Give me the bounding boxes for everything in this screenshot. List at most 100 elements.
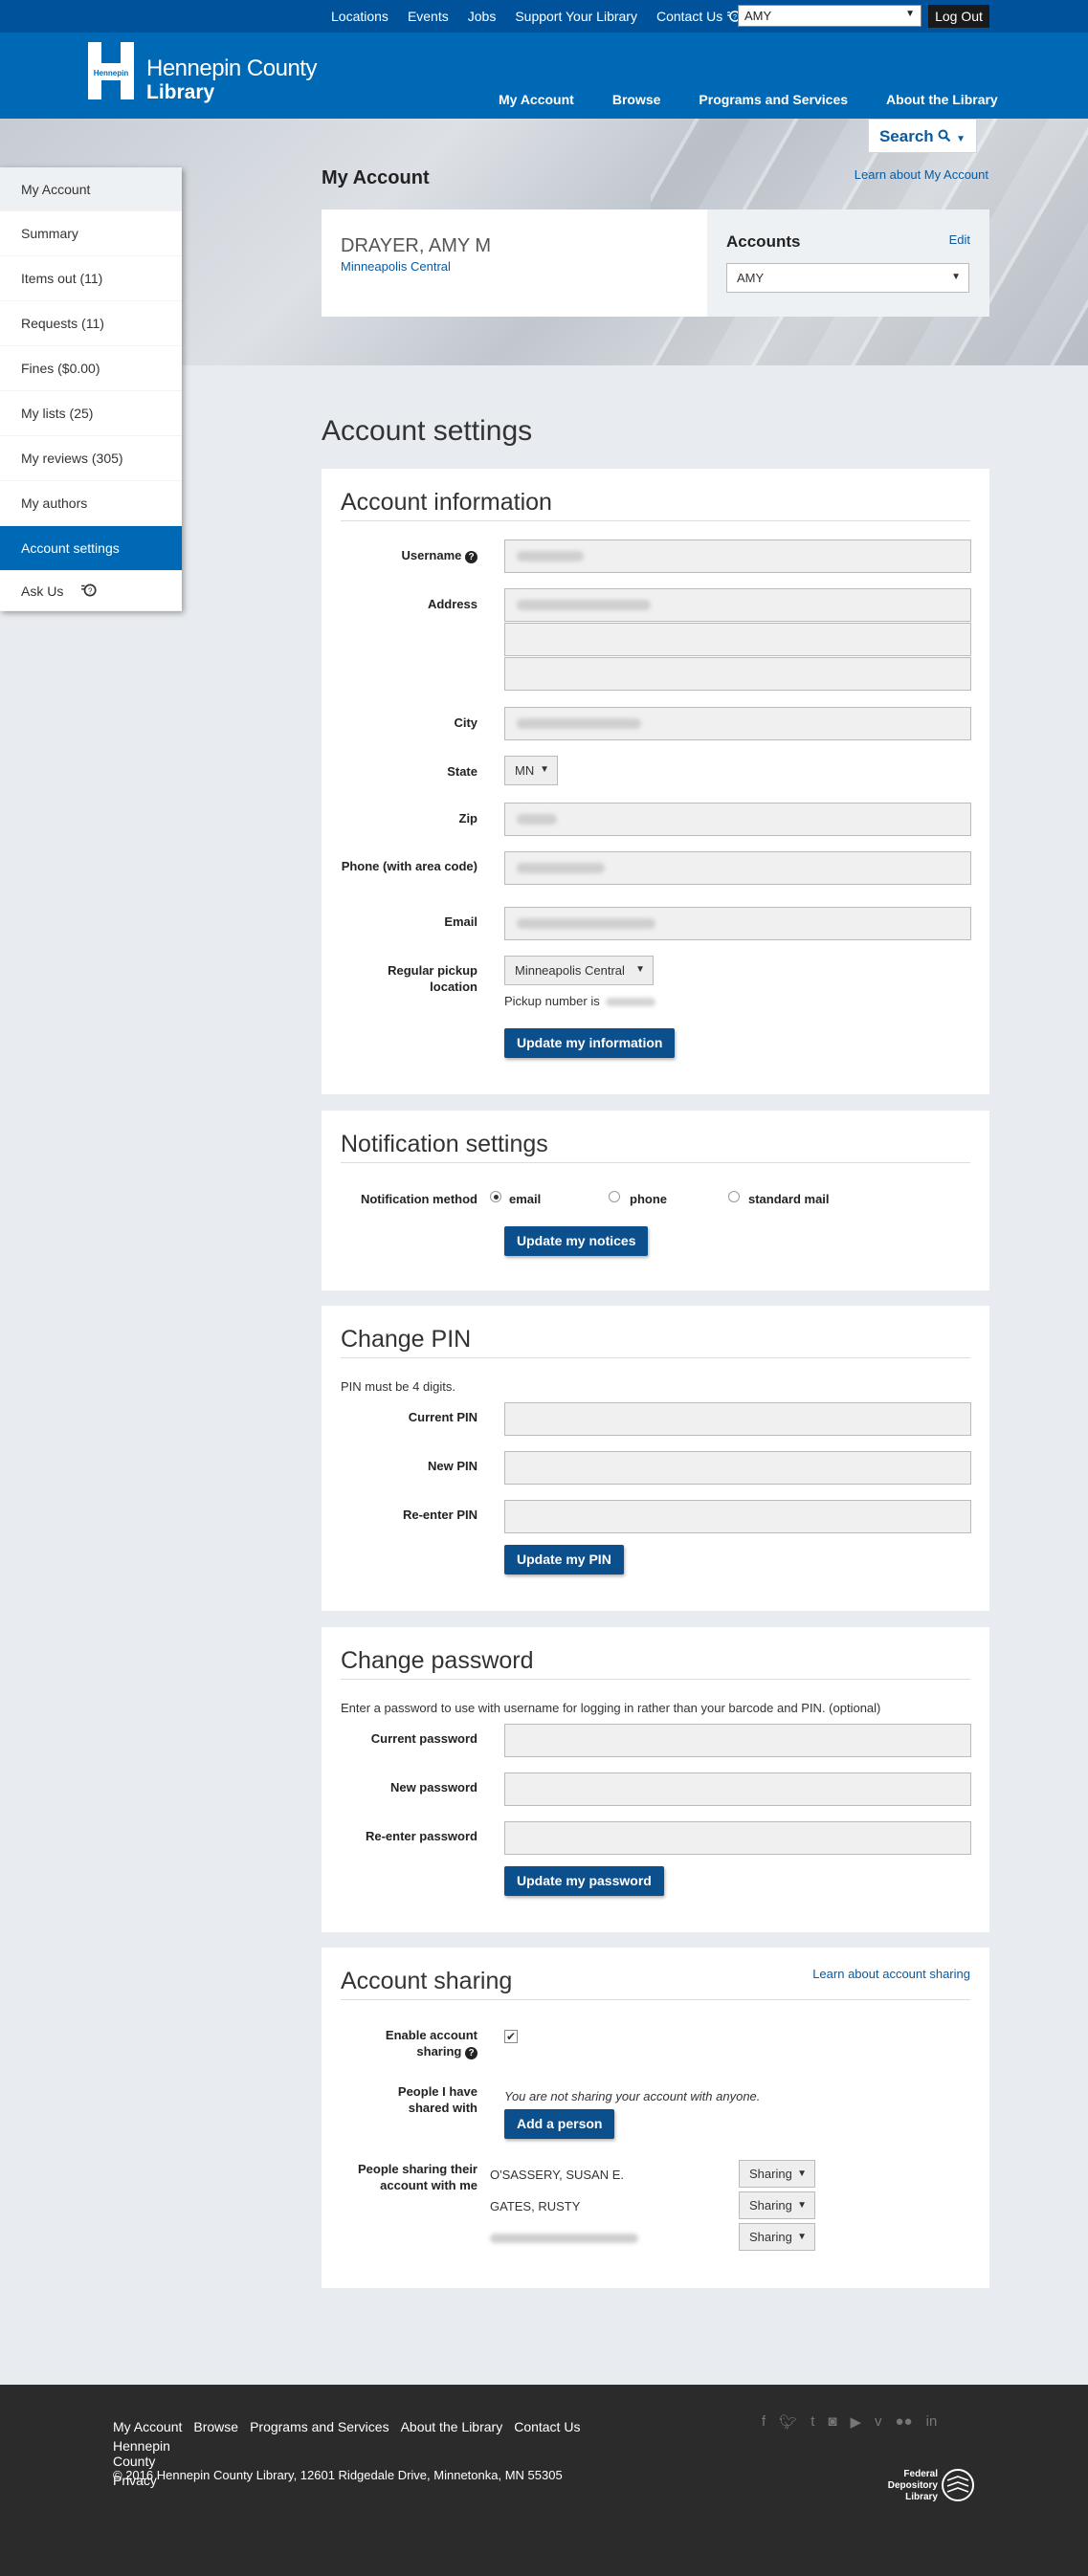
sharing-person-row: O'SASSERY, SUSAN E. Sharing ▼ [490, 2160, 949, 2191]
sidebar-item-requests[interactable]: Requests (11) [0, 301, 182, 346]
notify-phone-radio[interactable] [609, 1191, 620, 1202]
current-pin-field[interactable] [504, 1402, 971, 1436]
redacted-value [517, 600, 651, 610]
learn-account-sharing-link[interactable]: Learn about account sharing [812, 1967, 970, 1981]
address-line3-field[interactable] [504, 657, 971, 691]
nav-my-account[interactable]: My Account [499, 92, 574, 107]
link-locations[interactable]: Locations [331, 9, 389, 24]
sidebar-item-my-reviews[interactable]: My reviews (305) [0, 436, 182, 481]
sharing-status-select[interactable]: Sharing ▼ [739, 2223, 815, 2251]
phone-label: Phone (with area code) [341, 859, 477, 873]
accounts-select-value: AMY [737, 271, 765, 285]
notify-phone-label[interactable]: phone [630, 1192, 667, 1206]
logout-button[interactable]: Log Out [928, 5, 989, 28]
update-pin-button[interactable]: Update my PIN [504, 1545, 624, 1574]
nav-about[interactable]: About the Library [886, 92, 998, 107]
email-field[interactable] [504, 907, 971, 940]
reenter-password-field[interactable] [504, 1821, 971, 1855]
update-password-button[interactable]: Update my password [504, 1866, 664, 1896]
search-toggle-button[interactable]: Search ▼ [868, 119, 977, 153]
new-password-field[interactable] [504, 1772, 971, 1806]
sidebar-item-my-lists[interactable]: My lists (25) [0, 391, 182, 436]
help-icon[interactable]: ? [465, 2047, 477, 2059]
sharing-status-value: Sharing [749, 2167, 792, 2181]
update-information-button[interactable]: Update my information [504, 1028, 676, 1058]
svg-text:?: ? [88, 586, 93, 595]
notification-settings-heading: Notification settings [341, 1131, 548, 1157]
account-card: DRAYER, AMY M Minneapolis Central Accoun… [322, 209, 989, 317]
footer-link-about[interactable]: About the Library [401, 2419, 503, 2434]
username-field[interactable] [504, 539, 971, 573]
city-field[interactable] [504, 707, 971, 740]
footer-link-contact[interactable]: Contact Us [514, 2419, 580, 2434]
sidebar-item-my-account[interactable]: My Account [0, 167, 182, 211]
reenter-pin-field[interactable] [504, 1500, 971, 1533]
sidebar-item-my-authors[interactable]: My authors [0, 481, 182, 526]
learn-my-account-link[interactable]: Learn about My Account [855, 167, 988, 182]
logo-mark-text: Hennepin [94, 69, 129, 77]
linkedin-icon[interactable]: in [926, 2413, 938, 2431]
footer-link-hennepin-county[interactable]: Hennepin County [113, 2438, 170, 2469]
account-switcher-select[interactable]: AMY ▼ [738, 5, 921, 27]
notify-mail-radio[interactable] [728, 1191, 740, 1202]
sidebar-item-summary[interactable]: Summary [0, 211, 182, 256]
link-events[interactable]: Events [408, 9, 449, 24]
reenter-pin-label: Re-enter PIN [402, 1508, 477, 1522]
twitter-icon[interactable]: 🐦︎ [779, 2413, 797, 2431]
fdl-text: Federal Depository Library [880, 2469, 938, 2503]
notify-email-label[interactable]: email [509, 1192, 541, 1206]
state-select[interactable]: MN ▼ [504, 756, 558, 785]
accounts-edit-link[interactable]: Edit [949, 232, 970, 247]
sidebar-item-ask-us[interactable]: Ask Us ? [0, 571, 182, 611]
new-pin-field[interactable] [504, 1451, 971, 1485]
sidebar-item-fines[interactable]: Fines ($0.00) [0, 346, 182, 391]
notification-settings-panel: Notification settings Notification metho… [322, 1111, 989, 1290]
facebook-icon[interactable]: f [762, 2413, 766, 2431]
accounts-select[interactable]: AMY ▼ [726, 263, 969, 293]
password-note: Enter a password to use with username fo… [341, 1701, 881, 1715]
shared-none-text: You are not sharing your account with an… [504, 2089, 761, 2103]
notify-email-radio[interactable] [490, 1191, 501, 1202]
ask-us-icon: ? [81, 583, 97, 597]
link-support[interactable]: Support Your Library [515, 9, 637, 24]
copyright-text: © 2016 Hennepin County Library, 12601 Ri… [113, 2468, 563, 2482]
tumblr-icon[interactable]: t [810, 2413, 814, 2431]
vimeo-icon[interactable]: v [875, 2413, 882, 2431]
sharing-status-value: Sharing [749, 2198, 792, 2213]
youtube-icon[interactable]: ▶ [850, 2413, 861, 2431]
home-branch-link[interactable]: Minneapolis Central [341, 259, 451, 274]
pickup-location-select[interactable]: Minneapolis Central ▼ [504, 956, 654, 985]
footer-link-browse[interactable]: Browse [193, 2419, 238, 2434]
help-icon[interactable]: ? [465, 551, 477, 563]
enable-sharing-label-text: Enable account sharing [385, 2028, 477, 2059]
enable-sharing-checkbox[interactable]: ✔ [504, 2030, 518, 2043]
footer-link-my-account[interactable]: My Account [113, 2419, 182, 2434]
zip-field[interactable] [504, 803, 971, 836]
link-contact[interactable]: Contact Us [656, 9, 722, 24]
utility-bar: Locations Events Jobs Support Your Libra… [0, 0, 1088, 33]
footer-link-programs[interactable]: Programs and Services [250, 2419, 389, 2434]
address-line1-field[interactable] [504, 588, 971, 622]
link-contact-wrap[interactable]: Contact Us ? [656, 9, 742, 24]
sharing-status-value: Sharing [749, 2230, 792, 2244]
add-person-button[interactable]: Add a person [504, 2109, 615, 2139]
link-jobs[interactable]: Jobs [468, 9, 497, 24]
sharing-status-select[interactable]: Sharing ▼ [739, 2160, 815, 2188]
sidebar-item-account-settings[interactable]: Account settings [0, 526, 182, 571]
sharing-status-select[interactable]: Sharing ▼ [739, 2191, 815, 2219]
ask-us-label: Ask Us [21, 583, 64, 599]
username-label-text: Username [401, 548, 462, 562]
sidebar-item-items-out[interactable]: Items out (11) [0, 256, 182, 301]
nav-programs[interactable]: Programs and Services [699, 92, 848, 107]
current-password-field[interactable] [504, 1724, 971, 1757]
flickr-icon[interactable]: ●● [896, 2413, 913, 2431]
notify-mail-label[interactable]: standard mail [748, 1192, 830, 1206]
redacted-value [517, 918, 655, 929]
instagram-icon[interactable]: ◙ [828, 2413, 836, 2431]
library-logo-icon[interactable]: Hennepin [88, 42, 134, 99]
nav-browse[interactable]: Browse [612, 92, 661, 107]
library-logo-text[interactable]: Hennepin County Library [146, 57, 317, 103]
address-line2-field[interactable] [504, 623, 971, 656]
update-notices-button[interactable]: Update my notices [504, 1226, 649, 1256]
phone-field[interactable] [504, 851, 971, 885]
